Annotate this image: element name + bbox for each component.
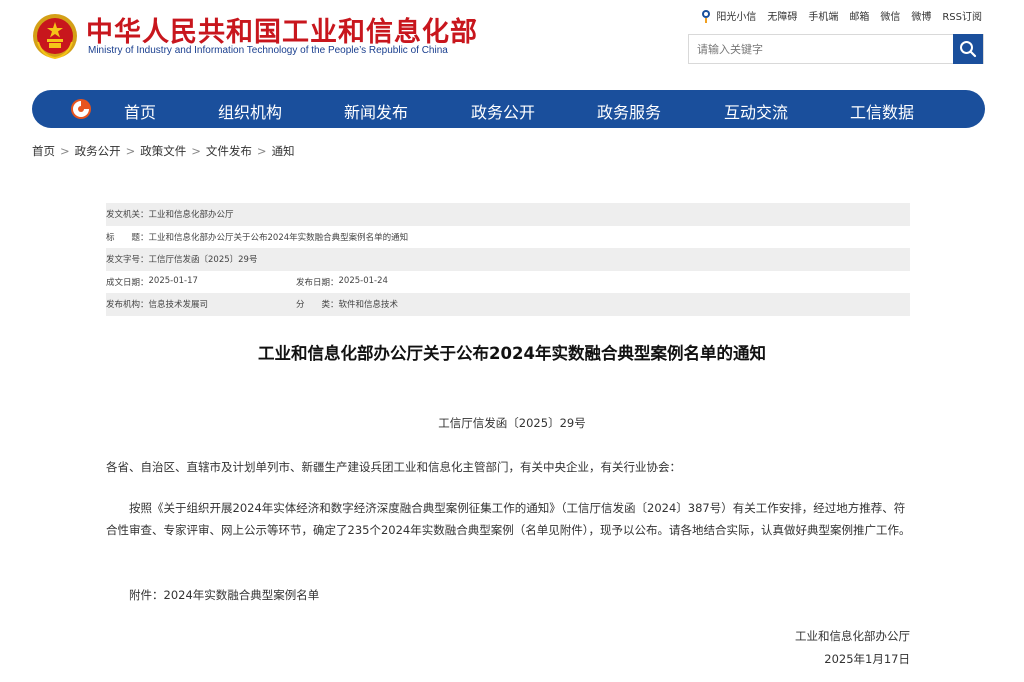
breadcrumb-separator: > bbox=[191, 144, 201, 158]
site-title[interactable]: 中华人民共和国工业和信息化部 bbox=[86, 10, 478, 49]
article-body: 按照《关于组织开展2024年实体经济和数字经济深度融合典型案例征集工作的通知》（… bbox=[106, 501, 911, 537]
top-links: 阳光小信 无障碍 手机端 邮箱 微信 微博 RSS订阅 bbox=[700, 8, 982, 23]
main-nav: 首页 组织机构 新闻发布 政务公开 政务服务 互动交流 工信数据 bbox=[32, 90, 985, 128]
docno-value: 工信厅信发函〔2025〕29号 bbox=[148, 255, 258, 266]
nav-item-news[interactable]: 新闻发布 bbox=[344, 99, 408, 123]
breadcrumb-separator: > bbox=[256, 144, 267, 158]
published-date-label: 发布日期： bbox=[296, 277, 339, 288]
breadcrumb-separator: > bbox=[60, 144, 70, 158]
breadcrumb-government-affairs[interactable]: 政务公开 bbox=[75, 144, 121, 158]
document-info-table: 发文机关： 工业和信息化部办公厅 标 题： 工业和信息化部办公厅关于公布2024… bbox=[106, 203, 910, 316]
category-label: 分 类： bbox=[296, 300, 339, 311]
breadcrumb-separator: > bbox=[125, 144, 136, 158]
top-link-wechat[interactable]: 微信 bbox=[880, 8, 900, 23]
breadcrumb-policy-docs[interactable]: 政策文件 bbox=[140, 144, 186, 158]
nav-item-government-affairs[interactable]: 政务公开 bbox=[471, 99, 535, 123]
info-row-title: 标 题： 工业和信息化部办公厅关于公布2024年实数融合典型案例名单的通知 bbox=[106, 226, 910, 249]
breadcrumb-doc-release[interactable]: 文件发布 bbox=[206, 144, 252, 158]
org-value: 信息技术发展司 bbox=[148, 300, 209, 311]
top-link-rss[interactable]: RSS订阅 bbox=[942, 8, 982, 23]
article-date: 2025年1月17日 bbox=[824, 652, 910, 666]
article-salutation: 各省、自治区、直辖市及计划单列市、新疆生产建设兵团工业和信息化主管部门，有关中央… bbox=[106, 460, 681, 474]
search-icon bbox=[960, 41, 977, 58]
nav-item-services[interactable]: 政务服务 bbox=[597, 99, 661, 123]
top-link-accessibility[interactable]: 无障碍 bbox=[767, 8, 797, 23]
article-docno: 工信厅信发函〔2025〕29号 bbox=[438, 416, 586, 430]
category-value: 软件和信息技术 bbox=[338, 300, 399, 311]
docno-label: 发文字号： bbox=[106, 255, 149, 266]
nav-item-data[interactable]: 工信数据 bbox=[850, 99, 914, 123]
created-date-label: 成文日期： bbox=[106, 277, 149, 288]
issuer-value: 工业和信息化部办公厅 bbox=[148, 210, 234, 221]
title-value: 工业和信息化部办公厅关于公布2024年实数融合典型案例名单的通知 bbox=[148, 232, 409, 243]
top-link-sunshine[interactable]: 阳光小信 bbox=[700, 8, 756, 23]
breadcrumb-notice[interactable]: 通知 bbox=[272, 144, 295, 158]
breadcrumb: 首页 > 政务公开 > 政策文件 > 文件发布 > 通知 bbox=[32, 143, 295, 159]
info-row-org: 发布机构： 信息技术发展司 分 类： 软件和信息技术 bbox=[106, 293, 910, 316]
nav-item-organization[interactable]: 组织机构 bbox=[218, 99, 282, 123]
top-link-weibo[interactable]: 微博 bbox=[911, 8, 931, 23]
top-link-mail[interactable]: 邮箱 bbox=[849, 8, 869, 23]
breadcrumb-home[interactable]: 首页 bbox=[32, 144, 55, 158]
article-signature: 工业和信息化部办公厅 bbox=[795, 629, 910, 643]
info-row-dates: 成文日期： 2025-01-17 发布日期： 2025-01-24 bbox=[106, 271, 910, 294]
created-date-value: 2025-01-17 bbox=[148, 275, 198, 286]
ministry-logo-icon[interactable] bbox=[70, 98, 92, 120]
top-link-label: 阳光小信 bbox=[716, 12, 757, 23]
article-title: 工业和信息化部办公厅关于公布2024年实数融合典型案例名单的通知 bbox=[258, 344, 766, 363]
search-box bbox=[688, 34, 984, 64]
top-link-mobile[interactable]: 手机端 bbox=[808, 8, 838, 23]
nav-item-interaction[interactable]: 互动交流 bbox=[724, 99, 788, 123]
site-header: 中华人民共和国工业和信息化部 Ministry of Industry and … bbox=[0, 0, 1024, 88]
info-row-docno: 发文字号： 工信厅信发函〔2025〕29号 bbox=[106, 248, 910, 271]
title-label: 标 题： bbox=[106, 232, 149, 243]
site-subtitle: Ministry of Industry and Information Tec… bbox=[88, 45, 448, 56]
issuer-label: 发文机关： bbox=[106, 210, 149, 221]
published-date-value: 2025-01-24 bbox=[338, 275, 388, 286]
article-attachment[interactable]: 附件：2024年实数融合典型案例名单 bbox=[106, 584, 912, 606]
info-row-issuer: 发文机关： 工业和信息化部办公厅 bbox=[106, 203, 910, 226]
national-emblem-icon[interactable] bbox=[32, 12, 78, 60]
mascot-icon bbox=[702, 9, 711, 23]
search-button[interactable] bbox=[953, 34, 983, 64]
org-label: 发布机构： bbox=[106, 300, 149, 311]
nav-item-home[interactable]: 首页 bbox=[124, 99, 156, 123]
search-input[interactable] bbox=[689, 35, 953, 63]
